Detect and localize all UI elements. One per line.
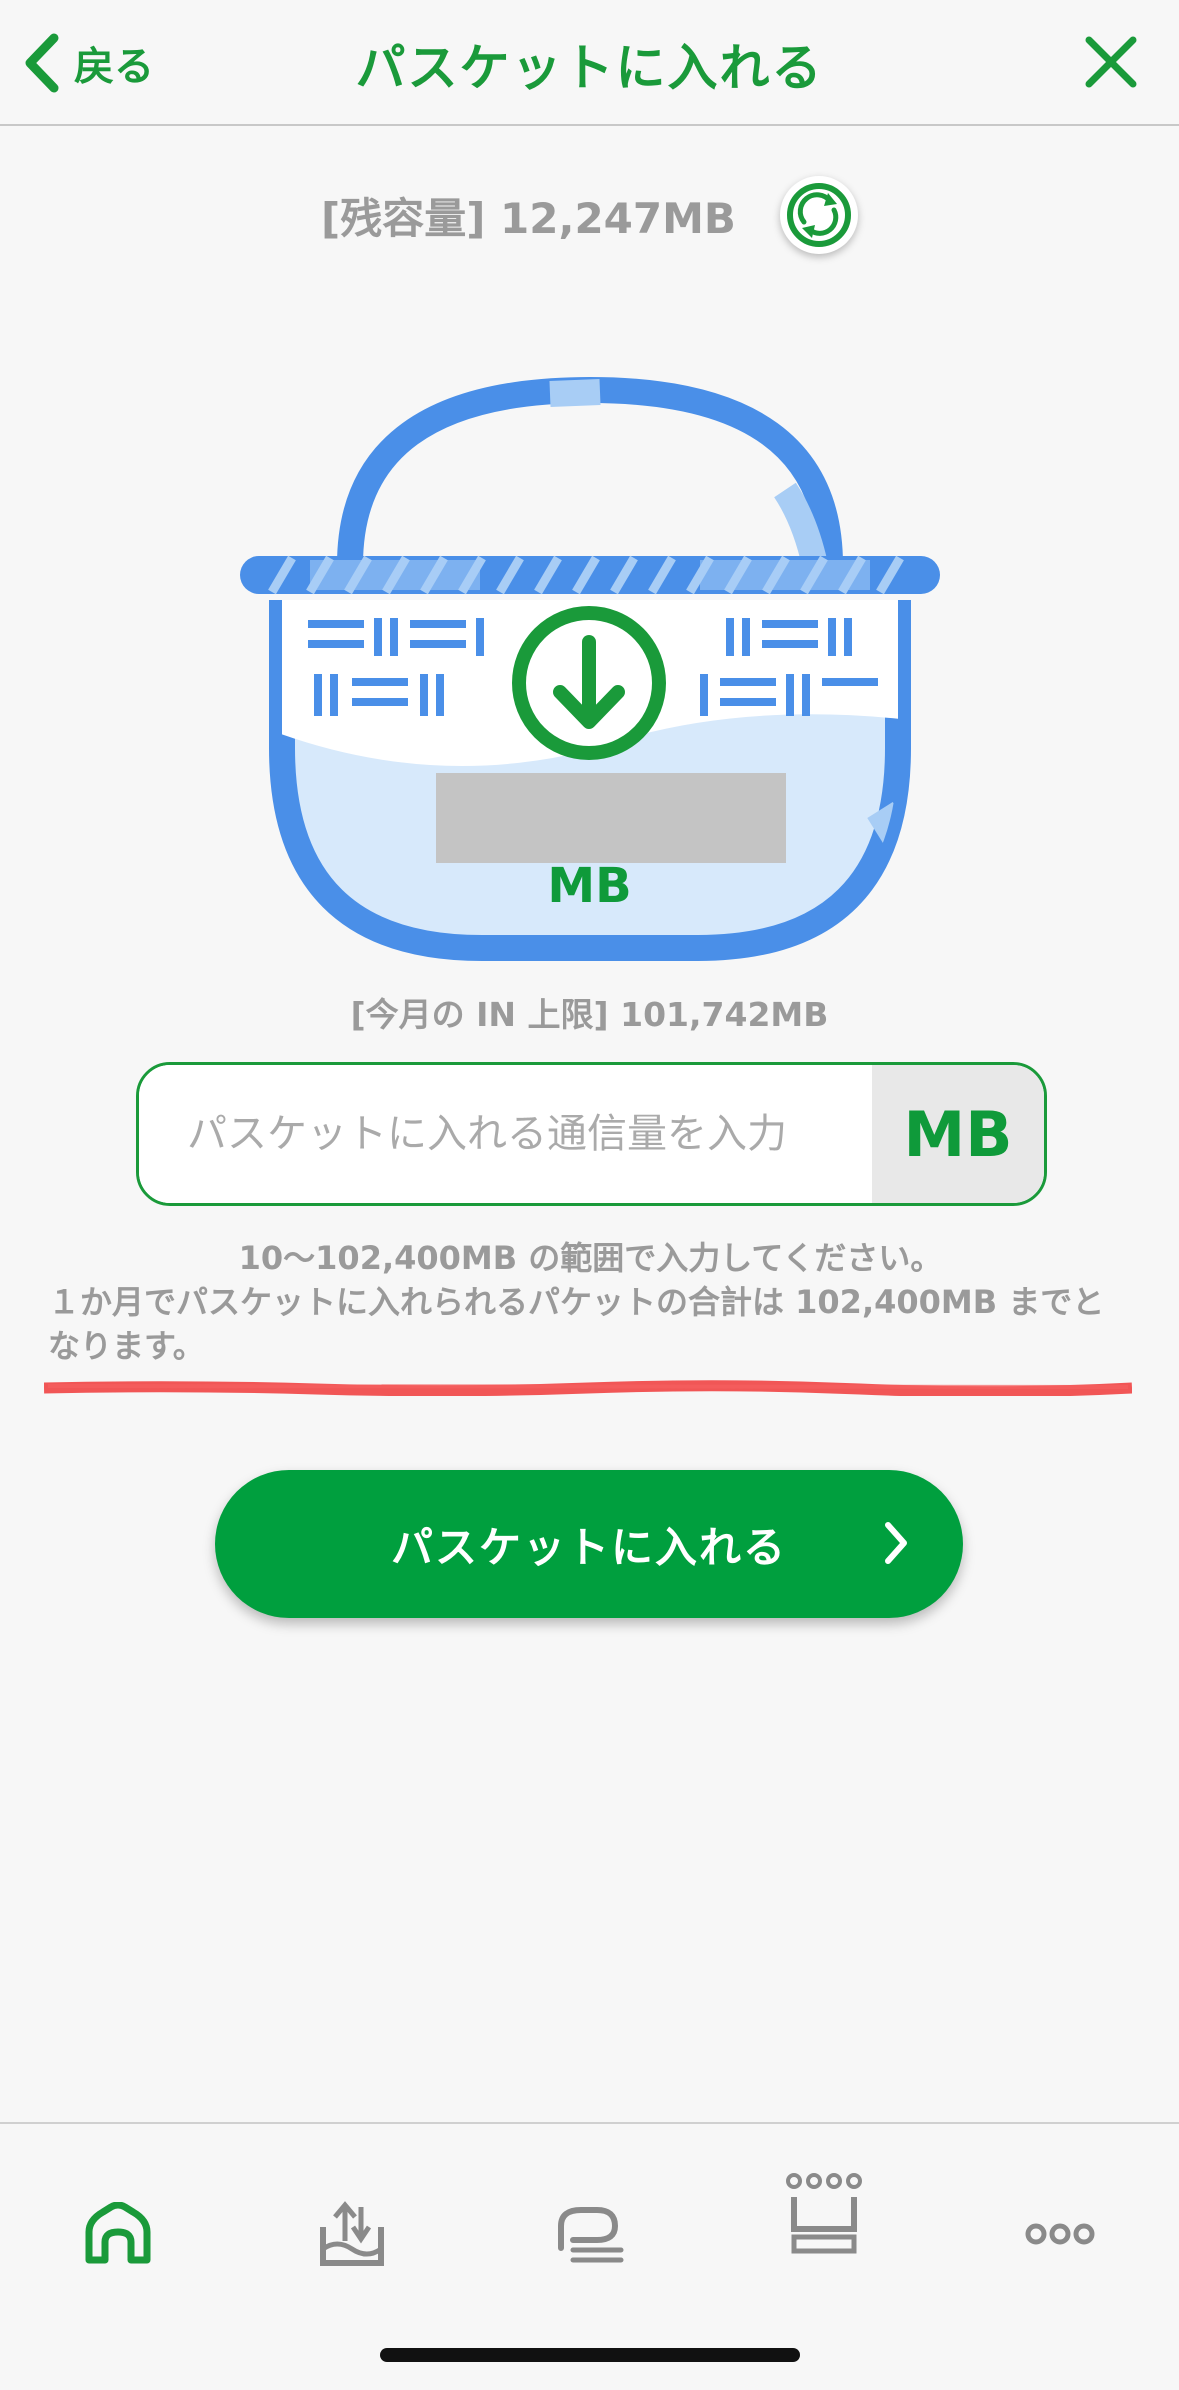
remaining-capacity: [残容量] 12,247MB [0, 176, 1179, 254]
red-underline-annotation [44, 1380, 1132, 1396]
tab-home[interactable] [68, 2184, 168, 2284]
monthly-in-limit: [今月の IN 上限] 101,742MB [350, 995, 829, 1034]
tab-more[interactable] [1010, 2184, 1110, 2284]
more-icon [1025, 2223, 1095, 2245]
submit-button-label: パスケットに入れる [390, 1522, 787, 1572]
upload-tray-icon [320, 2201, 384, 2266]
amount-input[interactable] [139, 1065, 872, 1203]
refresh-icon [786, 183, 851, 247]
download-icon [512, 606, 666, 760]
home-indicator [380, 2348, 800, 2362]
chat-icon [558, 2207, 624, 2263]
header: 戻る パスケットに入れる [0, 0, 1179, 126]
close-icon[interactable] [1083, 34, 1139, 90]
basket-amount-unit: MB [547, 858, 632, 914]
help-monthly-limit-text: １か月でパスケットに入れられるパケットの合計は 102,400MB までとなりま… [48, 1283, 1105, 1365]
help-text: 10～102,400MB の範囲で入力してください。 １か月でパスケットに入れら… [48, 1236, 1133, 1368]
page-title: パスケットに入れる [355, 39, 824, 97]
input-unit-label: MB [872, 1065, 1044, 1203]
amount-input-group: MB [136, 1062, 1047, 1206]
basket-amount-redacted [436, 773, 786, 863]
help-range-text: 10～102,400MB の範囲で入力してください。 [238, 1239, 943, 1277]
refresh-button[interactable] [779, 176, 858, 254]
tab-chat[interactable] [538, 2184, 638, 2284]
submit-button[interactable]: パスケットに入れる [215, 1470, 963, 1618]
tab-crown[interactable] [774, 2164, 874, 2264]
tab-upload[interactable] [302, 2184, 402, 2284]
chevron-right-icon [885, 1522, 907, 1564]
home-icon [85, 2202, 151, 2264]
remaining-capacity-text: [残容量] 12,247MB [321, 193, 736, 243]
crown-icon [786, 2173, 862, 2254]
